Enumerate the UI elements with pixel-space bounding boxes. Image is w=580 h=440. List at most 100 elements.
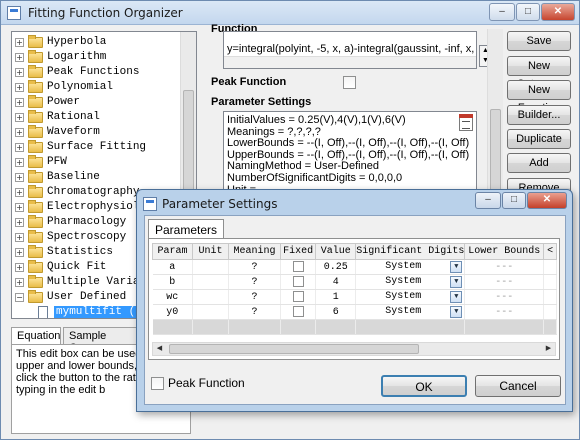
cell-unit[interactable] <box>192 259 229 275</box>
table-row[interactable]: a? 0.25 System ▼ --- <box>152 259 557 275</box>
cell-fixed[interactable] <box>280 289 317 305</box>
table-row[interactable]: y0? 6 System ▼ --- <box>152 304 557 320</box>
cell-fixed[interactable] <box>280 274 317 290</box>
grid-hscrollbar[interactable]: ◀ ▶ <box>152 342 556 356</box>
col-value[interactable]: Value <box>315 243 357 260</box>
fixed-checkbox[interactable] <box>292 260 304 272</box>
cell-meaning[interactable]: ? <box>228 304 282 320</box>
cell-fixed[interactable] <box>280 304 317 320</box>
tree-item[interactable]: + Peak Functions <box>15 65 185 80</box>
tree-item[interactable]: + Hyperbola <box>15 35 185 50</box>
duplicate-button[interactable]: Duplicate <box>507 129 571 149</box>
cell-filler[interactable] <box>543 274 557 290</box>
chevron-down-icon[interactable]: ▼ <box>450 306 463 318</box>
tree-item[interactable]: + Rational <box>15 110 185 125</box>
cell-param[interactable]: wc <box>152 289 194 305</box>
new-function-button[interactable]: New Function <box>507 80 571 114</box>
expand-icon[interactable]: + <box>15 173 24 182</box>
expand-icon[interactable]: + <box>15 143 24 152</box>
scroll-right-arrow-icon[interactable]: ▶ <box>542 343 555 355</box>
cell-value[interactable]: 4 <box>315 274 357 290</box>
peak-function-checkbox[interactable] <box>343 76 356 89</box>
tree-item[interactable]: + Surface Fitting <box>15 140 185 155</box>
cell-unit[interactable] <box>192 274 229 290</box>
cell-value[interactable]: 1 <box>315 289 357 305</box>
expand-icon[interactable]: + <box>15 113 24 122</box>
scroll-left-arrow-icon[interactable]: ◀ <box>153 343 166 355</box>
cell-meaning[interactable]: ? <box>228 259 282 275</box>
cell-empty[interactable] <box>152 319 194 335</box>
cell-filler[interactable] <box>543 259 557 275</box>
parameters-grid[interactable]: Param Unit Meaning Fixed Value Significa… <box>152 243 557 353</box>
expand-icon[interactable]: + <box>15 83 24 92</box>
save-button[interactable]: Save <box>507 31 571 51</box>
close-button[interactable]: ✕ <box>541 3 575 21</box>
ok-button[interactable]: OK <box>381 375 467 397</box>
expand-icon[interactable]: + <box>15 233 24 242</box>
chevron-left-icon[interactable]: < <box>543 243 557 260</box>
tree-item[interactable]: + Waveform <box>15 125 185 140</box>
builder-button[interactable]: Builder... <box>507 105 571 125</box>
expand-icon[interactable]: + <box>15 188 24 197</box>
title-bar[interactable]: Fitting Function Organizer – □ ✕ <box>1 1 579 25</box>
expand-icon[interactable]: + <box>15 218 24 227</box>
chevron-down-icon[interactable]: ▼ <box>450 291 463 303</box>
dialog-maximize-button[interactable]: □ <box>502 192 526 209</box>
cell-unit[interactable] <box>192 304 229 320</box>
minimize-button[interactable]: – <box>489 3 515 21</box>
cell-fixed[interactable] <box>280 259 317 275</box>
collapse-icon[interactable]: − <box>15 293 24 302</box>
cell-meaning[interactable]: ? <box>228 274 282 290</box>
new-category-button[interactable]: New Category <box>507 56 571 90</box>
expand-icon[interactable]: + <box>15 278 24 287</box>
cell-empty[interactable] <box>464 319 545 335</box>
cell-filler[interactable] <box>543 304 557 320</box>
col-significant-digits[interactable]: Significant Digits <box>355 243 466 260</box>
table-row[interactable]: b? 4 System ▼ --- <box>152 274 557 290</box>
cell-significant-digits[interactable]: System ▼ <box>355 304 466 320</box>
cell-lower-bounds[interactable]: --- <box>464 259 545 275</box>
expand-icon[interactable]: + <box>15 158 24 167</box>
col-fixed[interactable]: Fixed <box>280 243 317 260</box>
expand-icon[interactable]: + <box>15 128 24 137</box>
cell-param[interactable]: b <box>152 274 194 290</box>
chevron-down-icon[interactable]: ▼ <box>450 276 463 288</box>
cell-empty[interactable] <box>355 319 466 335</box>
tab-parameters[interactable]: Parameters <box>148 219 225 239</box>
col-unit[interactable]: Unit <box>192 243 229 260</box>
fixed-checkbox[interactable] <box>292 305 304 317</box>
fixed-checkbox[interactable] <box>292 275 304 287</box>
tab-sample-curve[interactable]: Sample Curve <box>63 327 139 354</box>
cell-significant-digits[interactable]: System ▼ <box>355 259 466 275</box>
main-scroll-thumb[interactable] <box>490 109 501 199</box>
expand-icon[interactable]: + <box>15 38 24 47</box>
cell-empty[interactable] <box>228 319 282 335</box>
cell-lower-bounds[interactable]: --- <box>464 274 545 290</box>
cell-empty[interactable] <box>315 319 357 335</box>
cell-unit[interactable] <box>192 289 229 305</box>
expand-icon[interactable]: + <box>15 98 24 107</box>
tree-item[interactable]: + Power <box>15 95 185 110</box>
tree-item[interactable]: + PFW <box>15 155 185 170</box>
cell-param[interactable]: y0 <box>152 304 194 320</box>
cell-significant-digits[interactable]: System ▼ <box>355 274 466 290</box>
table-row-empty[interactable] <box>152 319 557 335</box>
cancel-button[interactable]: Cancel <box>475 375 561 397</box>
fixed-checkbox[interactable] <box>292 290 304 302</box>
expand-icon[interactable]: + <box>15 203 24 212</box>
tree-item[interactable]: + Logarithm <box>15 50 185 65</box>
cell-empty[interactable] <box>280 319 317 335</box>
dialog-minimize-button[interactable]: – <box>475 192 501 209</box>
cell-empty[interactable] <box>543 319 557 335</box>
tab-equation[interactable]: Equation <box>11 327 61 345</box>
table-row[interactable]: wc? 1 System ▼ --- <box>152 289 557 305</box>
cell-lower-bounds[interactable]: --- <box>464 289 545 305</box>
chevron-down-icon[interactable]: ▼ <box>450 261 463 273</box>
notepad-icon[interactable] <box>459 114 473 131</box>
expand-icon[interactable]: + <box>15 263 24 272</box>
tree-item[interactable]: + Baseline <box>15 170 185 185</box>
expand-icon[interactable]: + <box>15 53 24 62</box>
add-button[interactable]: Add <box>507 153 571 173</box>
dialog-close-button[interactable]: ✕ <box>527 192 567 209</box>
col-meaning[interactable]: Meaning <box>227 243 282 260</box>
